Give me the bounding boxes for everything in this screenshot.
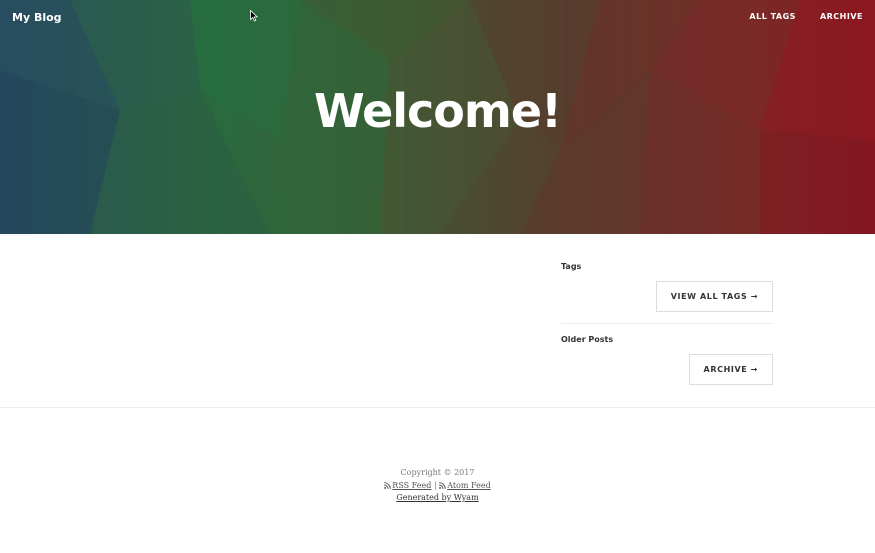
sidebar: Tags VIEW ALL TAGS → Older Posts ARCHIVE… [561,262,773,385]
view-all-tags-button[interactable]: VIEW ALL TAGS → [655,281,773,312]
rss-feed-link[interactable]: RSS Feed [384,481,431,490]
archive-button[interactable]: ARCHIVE → [688,354,773,385]
sidebar-divider [561,323,773,324]
hero-banner: My Blog ALL TAGS ARCHIVE Welcome! [0,0,875,234]
nav-all-tags-link[interactable]: ALL TAGS [749,12,796,21]
feed-links: RSS Feed | Atom Feed [0,480,875,493]
generated-by-link[interactable]: Generated by Wyam [396,493,478,502]
blog-brand-link[interactable]: My Blog [12,11,62,24]
copyright-text: Copyright © 2017 [400,468,475,477]
mouse-cursor-icon [250,10,258,22]
atom-feed-label: Atom Feed [447,480,491,490]
site-footer: Copyright © 2017 RSS Feed | Atom Feed Ge… [0,467,875,505]
tags-heading: Tags [561,262,582,271]
nav-archive-link[interactable]: ARCHIVE [820,12,863,21]
feed-separator: | [433,480,437,490]
page-title: Welcome! [313,84,562,138]
older-posts-heading: Older Posts [561,335,614,344]
atom-feed-link[interactable]: Atom Feed [439,481,491,490]
content-divider [0,407,875,408]
rss-icon [384,481,392,489]
rss-feed-label: RSS Feed [392,480,432,490]
top-navigation: ALL TAGS ARCHIVE [749,12,863,21]
rss-icon [439,481,446,489]
